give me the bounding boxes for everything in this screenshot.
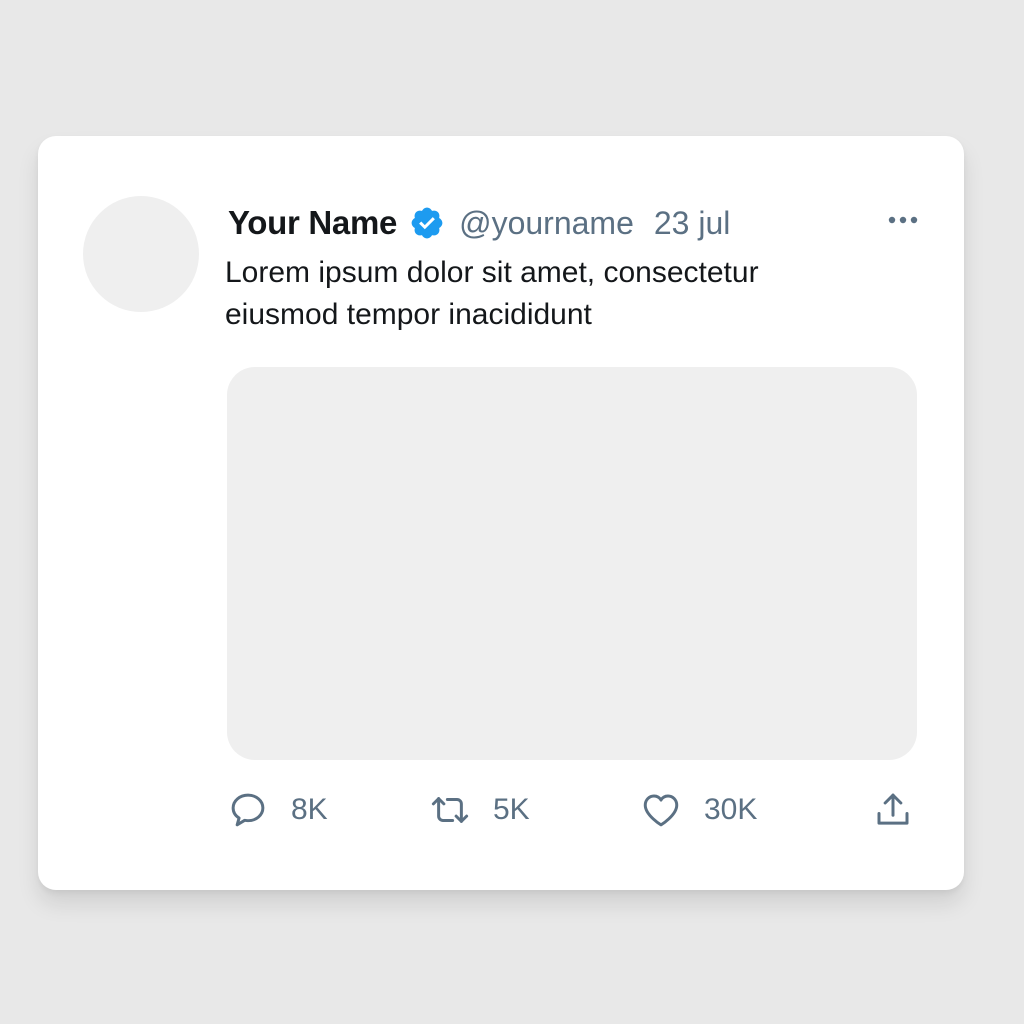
heart-icon — [643, 794, 679, 827]
reply-button[interactable]: 8K — [227, 784, 328, 836]
verified-badge-icon — [409, 205, 445, 241]
tweet-header: Your Name @yourname 23 jul — [228, 200, 730, 246]
media-placeholder[interactable] — [227, 367, 917, 760]
like-count: 30K — [704, 793, 758, 826]
share-button[interactable] — [872, 784, 914, 836]
tweet-card: Your Name @yourname 23 jul Lorem ipsum d… — [38, 136, 964, 890]
retweet-icon — [431, 797, 469, 823]
tweet-text-line: Lorem ipsum dolor sit amet, consectetur — [225, 256, 759, 289]
action-bar: 8K 5K 30K — [227, 784, 927, 836]
user-handle[interactable]: @yourname — [459, 205, 634, 242]
like-button[interactable]: 30K — [640, 784, 757, 836]
tweet-date[interactable]: 23 jul — [654, 205, 731, 242]
retweet-button[interactable]: 5K — [429, 784, 530, 836]
tweet-text-line: eiusmod tempor inacididunt — [225, 298, 592, 331]
avatar[interactable] — [83, 196, 199, 312]
tweet-text: Lorem ipsum dolor sit amet, consectetur … — [225, 252, 925, 336]
display-name[interactable]: Your Name — [228, 204, 397, 242]
reply-count: 8K — [291, 793, 328, 826]
reply-icon — [231, 793, 265, 827]
more-options-icon[interactable] — [886, 210, 920, 230]
retweet-count: 5K — [493, 793, 530, 826]
share-icon — [877, 793, 909, 825]
